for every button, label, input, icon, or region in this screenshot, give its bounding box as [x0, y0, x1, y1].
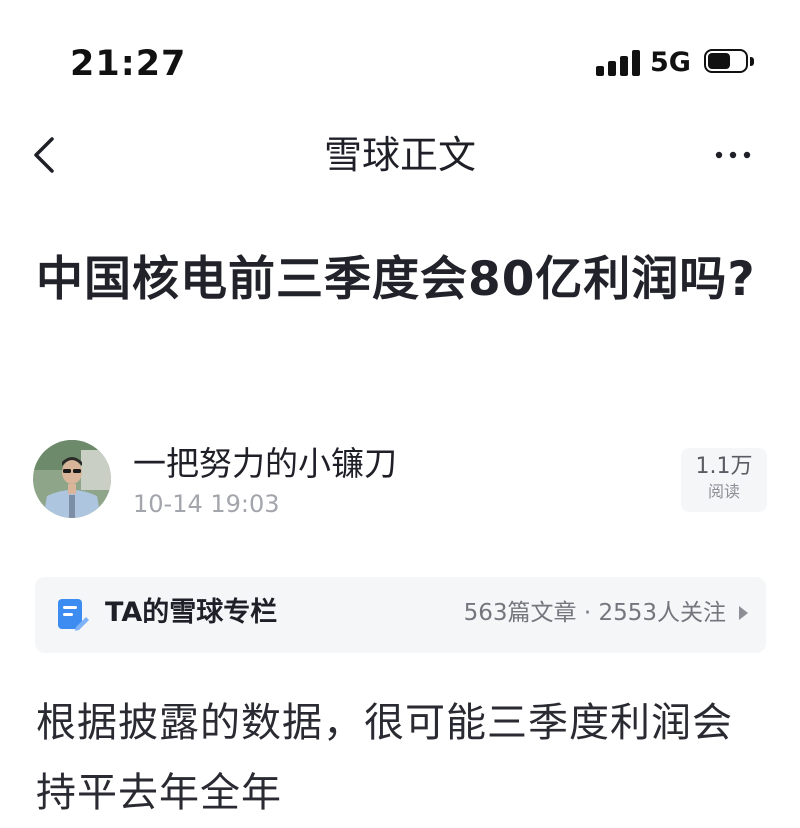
column-card[interactable]: TA的雪球专栏 563篇文章 · 2553人关注 — [35, 577, 766, 653]
post-time: 10-14 19:03 — [133, 490, 280, 518]
avatar[interactable] — [33, 440, 111, 518]
article-body: 根据披露的数据，很可能三季度利润会持平去年全年 — [36, 700, 733, 816]
chevron-right-icon — [739, 606, 748, 620]
battery-icon — [704, 49, 754, 75]
views-count: 1.1万 — [695, 454, 753, 479]
author-name[interactable]: 一把努力的小镰刀 — [133, 442, 397, 486]
more-options-icon[interactable] — [712, 137, 756, 173]
document-icon — [54, 597, 90, 633]
cellular-signal-icon — [596, 50, 640, 76]
network-type: 5G — [650, 47, 691, 78]
page-title: 雪球正文 — [323, 133, 476, 177]
column-stats: 563篇文章 · 2553人关注 — [463, 600, 726, 626]
nav-bar: 雪球正文 — [0, 115, 800, 195]
views-label: 阅读 — [707, 482, 740, 501]
status-bar: 21:27 5G — [0, 0, 800, 110]
article-title: 中国核电前三季度会80亿利润吗? — [36, 252, 756, 307]
status-time: 21:27 — [70, 44, 187, 84]
column-label: TA的雪球专栏 — [105, 597, 278, 628]
author-row: 一把努力的小镰刀 10-14 19:03 1.1万 阅读 — [33, 440, 768, 520]
views-badge: 1.1万 阅读 — [681, 448, 767, 512]
